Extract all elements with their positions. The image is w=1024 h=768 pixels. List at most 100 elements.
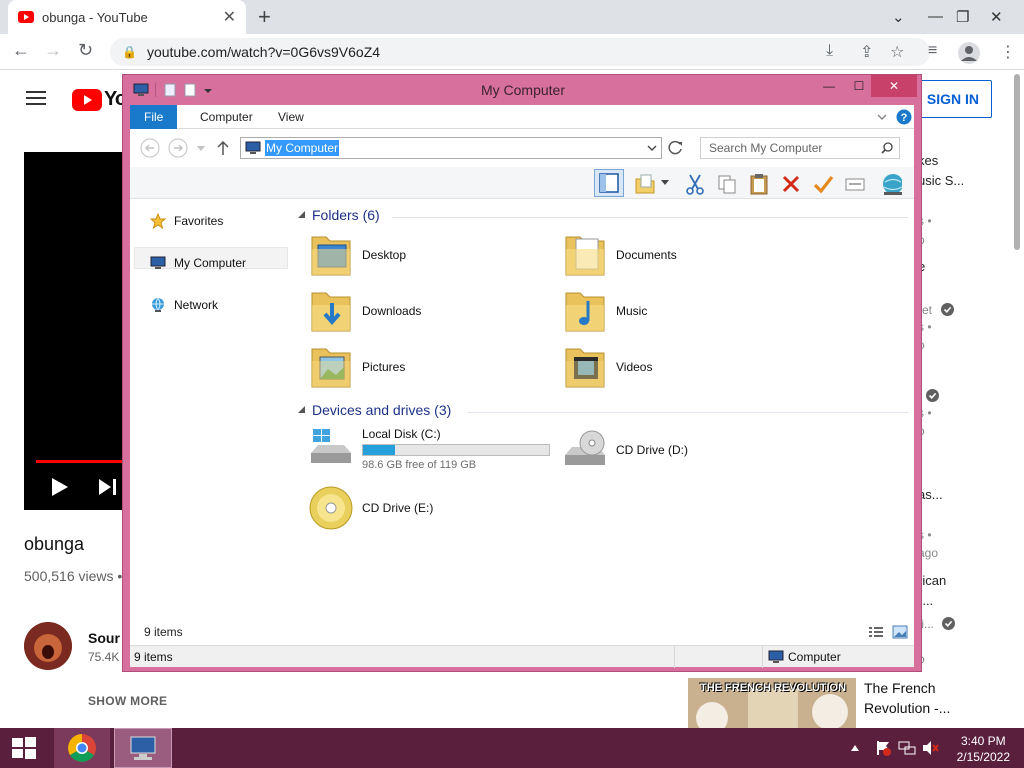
recent-locations-icon[interactable] [196, 145, 206, 153]
folder-item-documents[interactable]: Documents [562, 231, 677, 279]
video-player[interactable] [24, 152, 124, 510]
sign-in-label: SIGN IN [926, 91, 979, 107]
subscriber-count: 75.4K [88, 650, 120, 664]
refresh-icon[interactable] [668, 140, 684, 156]
volume-muted-icon[interactable] [922, 740, 940, 756]
forward-icon[interactable] [168, 138, 188, 158]
rename-checkmark-icon[interactable] [812, 173, 834, 195]
status-location: Computer [788, 650, 841, 664]
bookmark-star-icon[interactable]: ☆ [890, 42, 904, 62]
folder-name: Desktop [362, 248, 407, 262]
nav-item-my-computer[interactable]: My Computer [150, 255, 246, 271]
help-icon[interactable]: ? [896, 109, 912, 125]
browser-toolbar: ← → ↻ 🔒 youtube.com/watch?v=0G6vs9V6oZ4 … [0, 34, 1024, 70]
close-icon[interactable]: ✕ [990, 8, 1003, 26]
drive-name: CD Drive (D:) [616, 443, 688, 457]
details-view-icon[interactable] [868, 625, 884, 639]
sign-in-button[interactable]: SIGN IN [912, 80, 992, 118]
ribbon-tab-bar: File Computer View ? [130, 105, 914, 129]
nav-item-favorites[interactable]: Favorites [150, 213, 223, 229]
menu-kebab-icon[interactable]: ⋮ [1000, 42, 1016, 62]
search-input[interactable]: Search My Computer [700, 137, 900, 159]
minimize-icon[interactable]: — [928, 8, 943, 25]
address-bar[interactable]: 🔒 youtube.com/watch?v=0G6vs9V6oZ4 [110, 38, 930, 66]
drive-item-d[interactable]: CD Drive (D:) [562, 429, 688, 471]
show-more-button[interactable]: SHOW MORE [88, 694, 167, 708]
folder-item-pictures[interactable]: Pictures [308, 343, 405, 391]
paste-icon[interactable] [748, 173, 770, 195]
address-bar[interactable]: My Computer [240, 137, 662, 159]
large-icons-view-icon[interactable] [892, 625, 908, 639]
drive-usage-bar [362, 444, 550, 456]
folder-item-music[interactable]: Music [562, 287, 647, 335]
system-clock[interactable]: 3:40 PM 2/15/2022 [957, 733, 1010, 765]
youtube-favicon-icon [18, 11, 34, 23]
channel-avatar[interactable] [24, 622, 72, 670]
youtube-play-logo-icon [72, 88, 102, 111]
network-status-icon[interactable] [898, 740, 916, 756]
restore-icon[interactable]: ❐ [956, 8, 969, 26]
taskbar-chrome-button[interactable] [54, 728, 110, 768]
back-icon[interactable]: ← [12, 40, 30, 61]
item-count: 9 items [144, 625, 183, 639]
ribbon-expand-icon[interactable] [876, 111, 888, 123]
chevron-down-icon[interactable]: ⌄ [892, 8, 905, 26]
tab-view[interactable]: View [264, 105, 318, 129]
drive-item-e[interactable]: CD Drive (E:) [308, 485, 433, 531]
windows-start-icon [12, 737, 36, 759]
chevron-down-icon[interactable] [647, 144, 657, 152]
chevron-up-icon[interactable] [850, 743, 860, 753]
drives-group-header[interactable]: Devices and drives (3) [298, 402, 451, 418]
downloads-folder-icon [311, 292, 351, 332]
documents-folder-icon [565, 236, 605, 276]
folder-item-desktop[interactable]: Desktop [308, 231, 406, 279]
start-button[interactable] [0, 728, 48, 768]
control-panel-globe-icon[interactable] [880, 173, 902, 195]
tab-file[interactable]: File [130, 105, 178, 129]
related-video-thumbnail[interactable]: THE FRENCH REVOLUTION [688, 678, 856, 728]
properties-icon[interactable] [844, 173, 866, 195]
cut-icon[interactable] [684, 173, 706, 195]
reload-icon[interactable]: ↻ [78, 40, 93, 61]
status-divider [674, 646, 675, 668]
close-tab-icon[interactable]: ✕ [223, 7, 236, 27]
forward-icon[interactable]: → [44, 40, 62, 61]
new-folder-icon[interactable] [634, 173, 656, 195]
tab-computer[interactable]: Computer [186, 105, 267, 129]
folder-name: Music [616, 304, 648, 318]
related-video-title[interactable]: The French Revolution -... [864, 678, 950, 718]
new-tab-button[interactable]: + [258, 4, 271, 30]
url-text: youtube.com/watch?v=0G6vs9V6oZ4 [146, 44, 381, 60]
up-arrow-icon[interactable] [216, 139, 230, 157]
nav-label: My Computer [174, 256, 247, 270]
back-icon[interactable] [140, 138, 160, 158]
next-icon[interactable] [98, 478, 118, 496]
media-control-icon[interactable]: ≡ [928, 42, 937, 60]
preview-pane-button[interactable] [594, 169, 624, 197]
youtube-logo[interactable]: Yo [72, 88, 127, 111]
folder-item-downloads[interactable]: Downloads [308, 287, 421, 335]
folders-group-header[interactable]: Folders (6) [298, 207, 380, 223]
channel-name[interactable]: Sour [88, 630, 120, 646]
video-progress-bar[interactable] [36, 460, 124, 463]
profile-avatar-icon[interactable] [958, 42, 980, 64]
action-center-flag-icon[interactable] [874, 740, 892, 756]
delete-icon[interactable] [780, 173, 802, 195]
nav-item-network[interactable]: Network [150, 297, 218, 313]
hamburger-menu-icon[interactable] [26, 90, 46, 106]
chevron-down-icon[interactable] [660, 179, 682, 201]
nav-label: Favorites [174, 214, 224, 228]
copy-icon[interactable] [716, 173, 738, 195]
page-scrollbar[interactable] [1014, 74, 1020, 250]
browser-tab[interactable]: obunga - YouTube ✕ [8, 0, 246, 34]
maximize-icon[interactable]: ☐ [847, 75, 871, 97]
play-icon[interactable] [50, 477, 70, 497]
taskbar-explorer-button[interactable] [114, 728, 172, 768]
minimize-icon[interactable]: — [817, 75, 841, 97]
folder-name: Videos [616, 360, 653, 374]
folder-item-videos[interactable]: Videos [562, 343, 652, 391]
install-icon[interactable]: ⤓ [826, 42, 833, 60]
close-icon[interactable]: ✕ [871, 75, 917, 97]
drive-item-c[interactable]: Local Disk (C:) 98.6 GB free of 119 GB [308, 427, 550, 471]
share-icon[interactable]: ⇪ [860, 42, 873, 62]
